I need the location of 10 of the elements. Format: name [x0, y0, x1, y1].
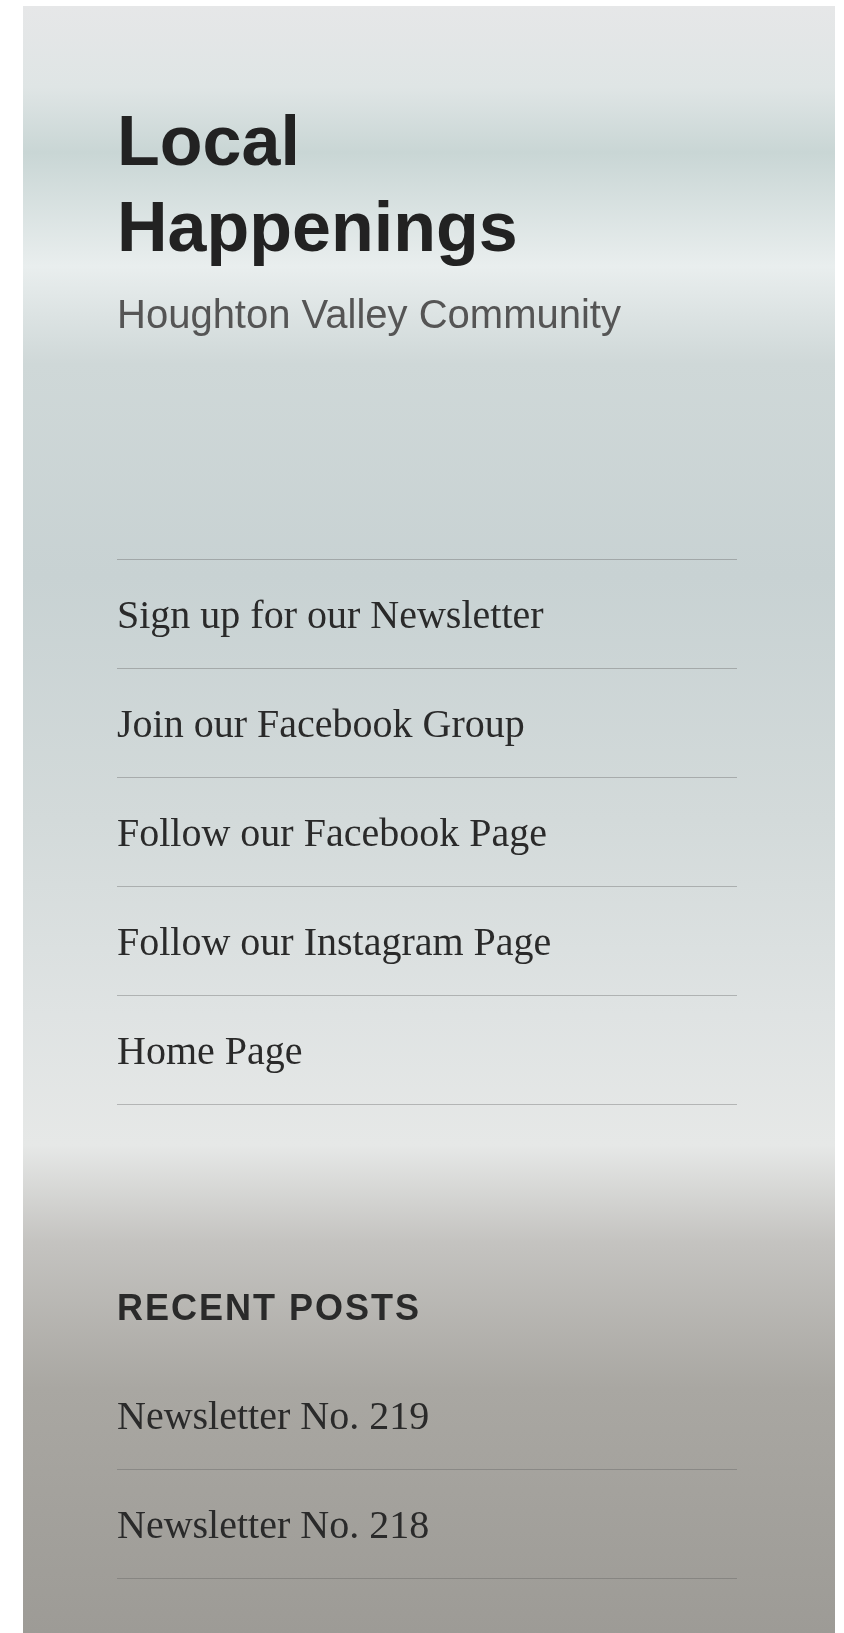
nav-link[interactable]: Sign up for our Newsletter [117, 590, 544, 638]
nav-link[interactable]: Join our Facebook Group [117, 699, 525, 747]
nav-link[interactable]: Follow our Instagram Page [117, 917, 552, 965]
nav-link[interactable]: Home Page [117, 1026, 303, 1074]
site-tagline: Houghton Valley Community [117, 292, 621, 337]
nav-link[interactable]: Newsletter No. 218 [117, 1500, 430, 1548]
site-title[interactable]: Local Happenings [117, 98, 637, 270]
section-heading: RECENT POSTS [117, 1287, 422, 1329]
nav-link[interactable]: Newsletter No. 219 [117, 1391, 430, 1439]
nav-link[interactable]: Follow our Facebook Page [117, 808, 547, 856]
